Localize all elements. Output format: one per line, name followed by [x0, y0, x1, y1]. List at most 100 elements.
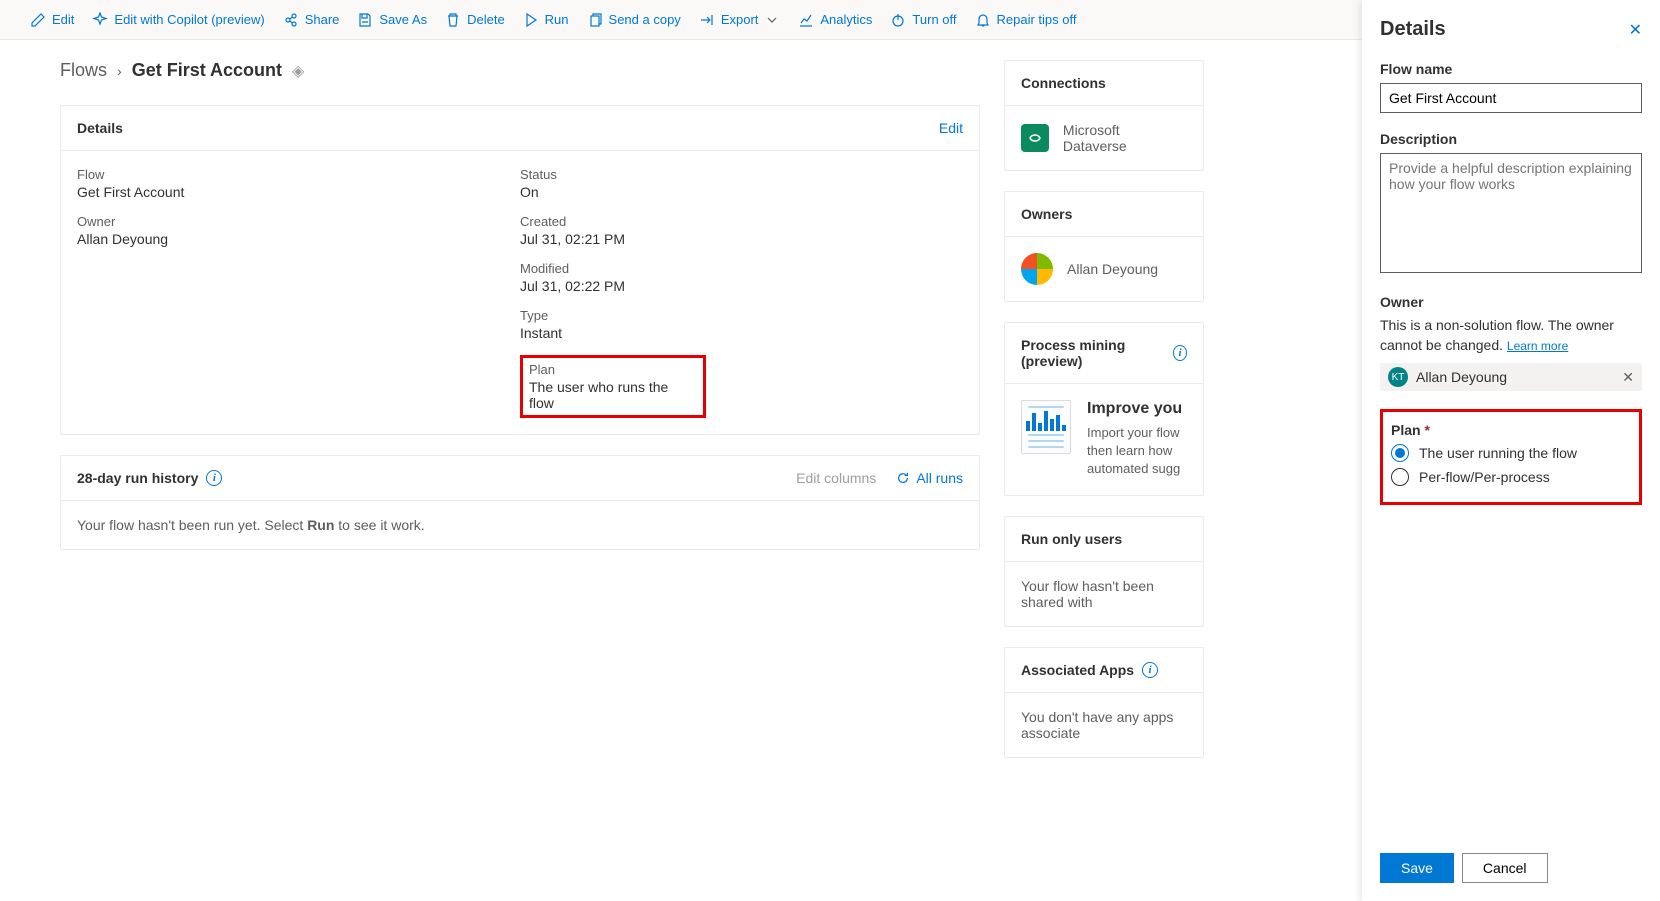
remove-owner-icon[interactable]: ✕ — [1622, 369, 1634, 386]
details-card: Details Edit Flow Get First Account Owne… — [60, 105, 980, 435]
learn-more-link[interactable]: Learn more — [1507, 339, 1568, 353]
copy-icon — [587, 12, 603, 28]
connection-row[interactable]: Microsoft Dataverse — [1021, 122, 1187, 154]
plan-option-user-label: The user running the flow — [1419, 445, 1577, 461]
save-icon — [357, 12, 373, 28]
chart-icon — [798, 12, 814, 28]
process-mining-card: Process mining (preview) i Improve you I… — [1004, 322, 1204, 496]
modified-label: Modified — [520, 261, 963, 276]
plan-field-label: Plan * — [1391, 422, 1631, 438]
play-icon — [523, 12, 539, 28]
delete-button[interactable]: Delete — [445, 12, 505, 28]
analytics-button[interactable]: Analytics — [798, 12, 872, 28]
info-icon[interactable]: i — [1142, 662, 1158, 678]
type-value: Instant — [520, 325, 963, 341]
run-label: Run — [545, 12, 569, 27]
owner-value: Allan Deyoung — [77, 231, 520, 247]
dataverse-icon — [1021, 124, 1049, 152]
save-button[interactable]: Save — [1380, 853, 1454, 883]
premium-icon: ◈ — [292, 61, 304, 81]
owners-title: Owners — [1021, 206, 1072, 222]
details-edit-link[interactable]: Edit — [939, 120, 963, 136]
owner-field-label: Owner — [1380, 294, 1642, 310]
breadcrumb: Flows › Get First Account ◈ — [60, 60, 980, 81]
export-label: Export — [721, 12, 759, 27]
connections-title: Connections — [1021, 75, 1106, 91]
run-button[interactable]: Run — [523, 12, 569, 28]
flow-name-input[interactable] — [1380, 83, 1642, 113]
flow-name-field-label: Flow name — [1380, 61, 1642, 77]
owner-chip: KT Allan Deyoung ✕ — [1380, 363, 1642, 391]
type-label: Type — [520, 308, 963, 323]
turn-off-button[interactable]: Turn off — [890, 12, 956, 28]
edit-copilot-label: Edit with Copilot (preview) — [114, 12, 264, 27]
run-history-card: 28-day run history i Edit columns All ru… — [60, 455, 980, 550]
run-only-users-card: Run only users Your flow hasn't been sha… — [1004, 516, 1204, 627]
all-runs-link[interactable]: All runs — [896, 470, 963, 486]
turn-off-label: Turn off — [912, 12, 956, 27]
run-only-users-title: Run only users — [1021, 531, 1122, 547]
run-history-title: 28-day run history — [77, 470, 198, 486]
plan-field-highlight-box: Plan * The user running the flow Per-flo… — [1380, 409, 1642, 505]
save-as-label: Save As — [379, 12, 427, 27]
info-icon[interactable]: i — [1173, 345, 1187, 361]
description-input[interactable] — [1380, 153, 1642, 273]
status-label: Status — [520, 167, 963, 182]
flow-value: Get First Account — [77, 184, 520, 200]
owner-row[interactable]: Allan Deyoung — [1021, 253, 1187, 285]
status-value: On — [520, 184, 963, 200]
connections-card: Connections Microsoft Dataverse — [1004, 60, 1204, 171]
delete-label: Delete — [467, 12, 505, 27]
save-as-button[interactable]: Save As — [357, 12, 427, 28]
close-icon[interactable]: ✕ — [1629, 20, 1642, 40]
share-button[interactable]: Share — [283, 12, 340, 28]
owner-avatar-icon — [1021, 253, 1053, 285]
run-history-empty-post: to see it work. — [334, 517, 424, 533]
owners-card: Owners Allan Deyoung — [1004, 191, 1204, 302]
process-mining-thumbnail-icon — [1021, 400, 1071, 454]
edit-button[interactable]: Edit — [30, 12, 74, 28]
cancel-button[interactable]: Cancel — [1462, 853, 1548, 883]
edit-copilot-button[interactable]: Edit with Copilot (preview) — [92, 12, 264, 28]
associated-apps-body: You don't have any apps associate — [1021, 709, 1173, 741]
plan-option-perflow[interactable]: Per-flow/Per-process — [1391, 468, 1631, 486]
radio-unselected-icon — [1391, 468, 1409, 486]
radio-selected-icon — [1391, 444, 1409, 462]
plan-highlight-box: Plan The user who runs the flow — [520, 355, 706, 418]
power-icon — [890, 12, 906, 28]
plan-label: Plan — [529, 362, 697, 377]
send-copy-button[interactable]: Send a copy — [587, 12, 681, 28]
run-history-empty-bold: Run — [307, 517, 334, 533]
connection-name: Microsoft Dataverse — [1063, 122, 1187, 154]
repair-tips-label: Repair tips off — [997, 12, 1077, 27]
run-only-users-body: Your flow hasn't been shared with — [1021, 578, 1154, 610]
details-card-title: Details — [77, 120, 123, 136]
plan-option-user[interactable]: The user running the flow — [1391, 444, 1631, 462]
created-label: Created — [520, 214, 963, 229]
breadcrumb-root[interactable]: Flows — [60, 60, 107, 81]
trash-icon — [445, 12, 461, 28]
analytics-label: Analytics — [820, 12, 872, 27]
associated-apps-card: Associated Apps i You don't have any app… — [1004, 647, 1204, 758]
owner-name: Allan Deyoung — [1067, 261, 1158, 277]
panel-title: Details — [1380, 18, 1446, 41]
repair-tips-button[interactable]: Repair tips off — [975, 12, 1077, 28]
export-button[interactable]: Export — [699, 12, 781, 28]
details-panel: Details ✕ Flow name Description Owner Th… — [1362, 0, 1660, 901]
created-value: Jul 31, 02:21 PM — [520, 231, 963, 247]
info-icon[interactable]: i — [206, 470, 222, 486]
process-mining-title: Process mining (preview) — [1021, 337, 1165, 369]
refresh-icon — [896, 471, 910, 485]
edit-label: Edit — [52, 12, 74, 27]
modified-value: Jul 31, 02:22 PM — [520, 278, 963, 294]
owner-label: Owner — [77, 214, 520, 229]
chevron-down-icon — [764, 12, 780, 28]
breadcrumb-separator: › — [117, 63, 122, 79]
send-copy-label: Send a copy — [609, 12, 681, 27]
edit-columns-link[interactable]: Edit columns — [796, 470, 876, 486]
all-runs-label: All runs — [916, 470, 963, 486]
owner-chip-name: Allan Deyoung — [1416, 369, 1507, 385]
share-label: Share — [305, 12, 340, 27]
pencil-icon — [30, 12, 46, 28]
process-mining-heading: Improve you — [1087, 400, 1187, 418]
